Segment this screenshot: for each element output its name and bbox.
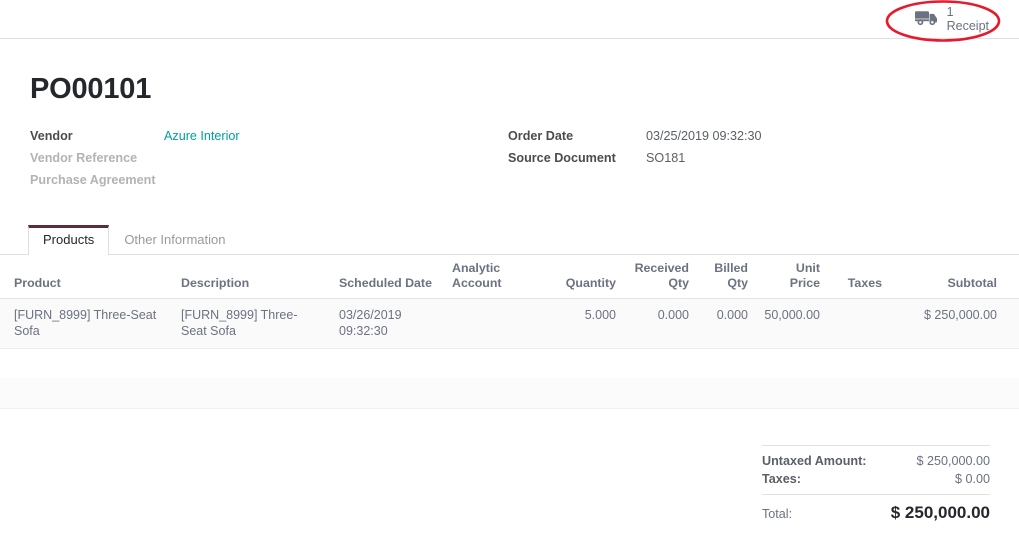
col-header-received-qty[interactable]: Received Qty	[624, 255, 697, 300]
receipt-smart-button[interactable]: 1 Receipt	[910, 3, 995, 35]
field-order-date-label: Order Date	[508, 129, 574, 143]
col-header-unit-price[interactable]: Unit Price	[756, 255, 828, 300]
receipt-smart-button-text: 1 Receipt	[947, 5, 989, 33]
cell-subtotal[interactable]: $ 250,000.00	[890, 298, 1019, 350]
cell-billed-qty[interactable]: 0.000	[697, 298, 756, 350]
cell-analytic-account[interactable]	[444, 298, 530, 350]
field-source-document-label: Source Document	[508, 151, 616, 165]
form-column-left: Vendor Azure Interior Vendor Reference P…	[30, 129, 508, 195]
tab-other-information[interactable]: Other Information	[109, 225, 240, 255]
field-source-document-value[interactable]: SO181	[646, 151, 685, 165]
table-header-row: Product Description Scheduled Date Analy…	[0, 255, 1019, 300]
col-header-quantity[interactable]: Quantity	[530, 255, 624, 300]
cell-quantity[interactable]: 5.000	[530, 298, 624, 350]
field-vendor-reference-label: Vendor Reference	[30, 151, 138, 165]
title-row: PO00101	[0, 39, 1019, 104]
receipt-label: Receipt	[946, 19, 989, 33]
form-sheet: PO00101 Vendor Azure Interior Vendor Ref…	[0, 39, 1019, 545]
cell-taxes[interactable]	[828, 298, 890, 350]
taxes-value: $ 0.00	[954, 472, 990, 487]
cell-description[interactable]: [FURN_8999] Three-Seat Sofa	[173, 298, 331, 350]
field-purchase-agreement: Purchase Agreement	[30, 173, 508, 195]
total-line-taxes: Taxes: $ 0.00	[762, 470, 990, 488]
totals-box: Untaxed Amount: $ 250,000.00 Taxes: $ 0.…	[762, 445, 990, 525]
field-order-date-value[interactable]: 03/25/2019 09:32:30	[646, 129, 762, 143]
col-header-subtotal[interactable]: Subtotal	[890, 255, 1019, 300]
col-header-billed-qty[interactable]: Billed Qty	[697, 255, 756, 300]
col-header-description[interactable]: Description	[173, 255, 331, 300]
table-empty-spacer	[0, 349, 1019, 379]
field-purchase-agreement-label: Purchase Agreement	[30, 173, 156, 187]
cell-unit-price[interactable]: 50,000.00	[756, 298, 828, 350]
total-value: $ 250,000.00	[890, 503, 990, 523]
table-add-line-band[interactable]	[0, 378, 1019, 410]
cell-scheduled-date[interactable]: 03/26/2019 09:32:30	[331, 298, 444, 350]
purchase-order-form-view: 1 Receipt PO00101 Vendor Azure Interior …	[0, 0, 1019, 545]
receipt-count: 1	[946, 5, 954, 19]
totals-section: Untaxed Amount: $ 250,000.00 Taxes: $ 0.…	[0, 445, 1019, 525]
field-order-date: Order Date 03/25/2019 09:32:30	[508, 129, 988, 151]
col-header-taxes[interactable]: Taxes	[828, 255, 890, 300]
col-header-scheduled-date[interactable]: Scheduled Date	[331, 255, 444, 300]
notebook-tabs: Products Other Information	[0, 224, 1019, 255]
field-source-document: Source Document SO181	[508, 151, 988, 173]
cell-received-qty[interactable]: 0.000	[624, 298, 697, 350]
tab-products[interactable]: Products	[28, 225, 110, 255]
untaxed-amount-value: $ 250,000.00	[916, 454, 990, 469]
page-title: PO00101	[30, 73, 152, 105]
control-panel: 1 Receipt	[0, 0, 1019, 39]
order-lines-table: Product Description Scheduled Date Analy…	[0, 255, 1019, 350]
total-label: Total:	[762, 507, 793, 522]
total-line-untaxed: Untaxed Amount: $ 250,000.00	[762, 452, 990, 470]
col-header-product[interactable]: Product	[0, 255, 173, 300]
field-vendor-reference: Vendor Reference	[30, 151, 508, 173]
field-vendor-label: Vendor	[30, 129, 73, 143]
total-line-grand: Total: $ 250,000.00	[762, 494, 990, 525]
form-column-right: Order Date 03/25/2019 09:32:30 Source Do…	[508, 129, 988, 195]
delivery-truck-icon	[914, 8, 940, 30]
form-fields-group: Vendor Azure Interior Vendor Reference P…	[0, 129, 1019, 195]
cell-product[interactable]: [FURN_8999] Three-Seat Sofa	[0, 298, 173, 350]
stat-button-box: 1 Receipt	[910, 0, 995, 38]
col-header-analytic-account[interactable]: Analytic Account	[444, 255, 530, 300]
taxes-label: Taxes:	[762, 472, 801, 487]
field-vendor: Vendor Azure Interior	[30, 129, 508, 151]
untaxed-amount-label: Untaxed Amount:	[762, 454, 867, 469]
table-row[interactable]: [FURN_8999] Three-Seat Sofa [FURN_8999] …	[0, 298, 1019, 350]
field-vendor-value[interactable]: Azure Interior	[164, 129, 240, 143]
